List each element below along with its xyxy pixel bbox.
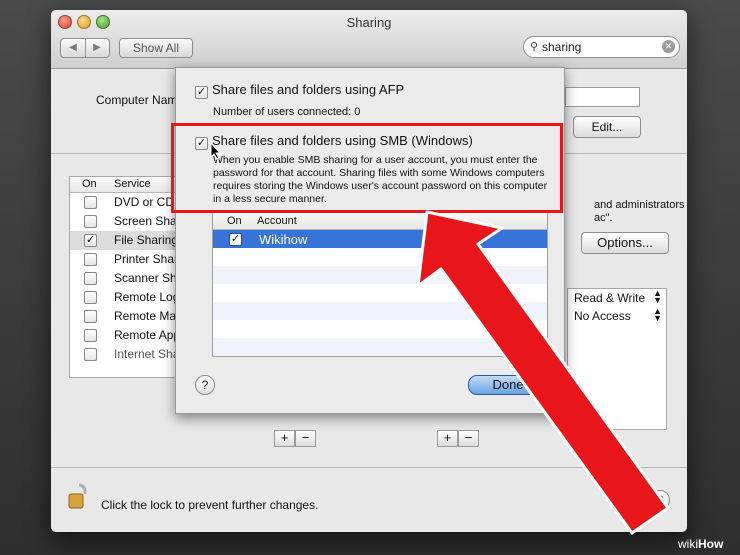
clear-search-icon[interactable]: ✕ (662, 40, 675, 53)
service-checkbox[interactable] (84, 291, 97, 304)
help-button[interactable]: ? (195, 375, 215, 395)
bottom-divider (51, 467, 687, 468)
watermark: wikiHow (678, 537, 723, 551)
service-checkbox[interactable] (84, 272, 97, 285)
service-checkbox[interactable] (84, 329, 97, 342)
service-checkbox[interactable] (84, 253, 97, 266)
account-name: Wikihow (259, 232, 308, 247)
empty-row (213, 284, 547, 302)
smb-accounts-table: On Account ✓ Wikihow (212, 212, 548, 357)
back-arrow-icon[interactable]: ◀ (61, 39, 86, 57)
account-column-header: Account (257, 215, 297, 227)
afp-users-connected: Number of users connected: 0 (213, 106, 361, 118)
updown-arrows-icon: ▲ ▼ (653, 306, 662, 323)
mouse-pointer-icon (210, 142, 222, 160)
forward-arrow-icon[interactable]: ▶ (85, 39, 109, 57)
computer-name-input[interactable] (565, 87, 640, 107)
account-checkbox[interactable]: ✓ (229, 233, 242, 246)
window-toolbar: Sharing ◀ ▶ Show All ⚲ sharing ✕ (51, 10, 687, 69)
back-forward-control: ◀ ▶ (60, 38, 110, 58)
service-name: File Sharing (114, 233, 179, 247)
on-column-header: On (227, 215, 242, 227)
service-checkbox[interactable] (84, 310, 97, 323)
watermark-prefix: wiki (678, 537, 698, 551)
empty-row (213, 266, 547, 284)
computer-name-label: Computer Name (96, 93, 185, 107)
lock-status-text: Click the lock to prevent further change… (101, 498, 319, 512)
window-title: Sharing (346, 15, 392, 30)
add-user-button[interactable]: + (437, 430, 458, 447)
service-checkbox[interactable] (84, 215, 97, 228)
description-line: and administrators (594, 199, 685, 211)
empty-row (213, 338, 547, 356)
remove-shared-folder-button[interactable]: − (295, 430, 316, 447)
permission-row[interactable]: No Access ▲ ▼ (568, 307, 666, 325)
watermark-suffix: How (698, 537, 724, 551)
afp-option[interactable]: ✓ Share files and folders using AFP (195, 82, 404, 99)
account-row[interactable]: ✓ Wikihow (213, 230, 547, 248)
empty-row (213, 320, 547, 338)
service-name: DVD or CD (114, 195, 175, 209)
permission-popup[interactable]: No Access (574, 309, 631, 323)
accounts-table-header: On Account (213, 213, 547, 230)
edit-button[interactable]: Edit... (573, 116, 641, 138)
highlight-box (171, 123, 563, 213)
service-checkbox[interactable] (84, 348, 97, 361)
done-button[interactable]: Done (468, 375, 548, 395)
show-all-button[interactable]: Show All (119, 38, 193, 58)
search-field[interactable]: ⚲ sharing ✕ (523, 36, 680, 58)
search-icon: ⚲ (530, 41, 539, 53)
permission-row[interactable]: Read & Write ▲ ▼ (568, 289, 666, 307)
service-checkbox[interactable] (84, 196, 97, 209)
description-line: ac". (594, 212, 613, 224)
service-column-header: Service (114, 178, 151, 190)
sharing-description-fragment: and administrators ac". (594, 199, 685, 225)
afp-checkbox[interactable]: ✓ (195, 86, 208, 99)
help-button[interactable]: ? (650, 490, 670, 510)
file-sharing-options-sheet: ✓ Share files and folders using AFP Numbe… (175, 67, 565, 414)
on-column-header: On (82, 178, 97, 190)
permissions-list: Read & Write ▲ ▼ No Access ▲ ▼ (567, 288, 667, 430)
search-input[interactable]: sharing (542, 40, 581, 54)
empty-row (213, 302, 547, 320)
remove-user-button[interactable]: − (458, 430, 479, 447)
updown-arrows-icon: ▲ ▼ (653, 288, 662, 305)
afp-label: Share files and folders using AFP (212, 82, 405, 97)
add-shared-folder-button[interactable]: + (274, 430, 295, 447)
empty-row (213, 248, 547, 266)
permission-popup[interactable]: Read & Write (574, 291, 645, 305)
service-checkbox[interactable]: ✓ (84, 234, 97, 247)
lock-icon[interactable] (68, 482, 90, 510)
options-button[interactable]: Options... (581, 232, 669, 254)
